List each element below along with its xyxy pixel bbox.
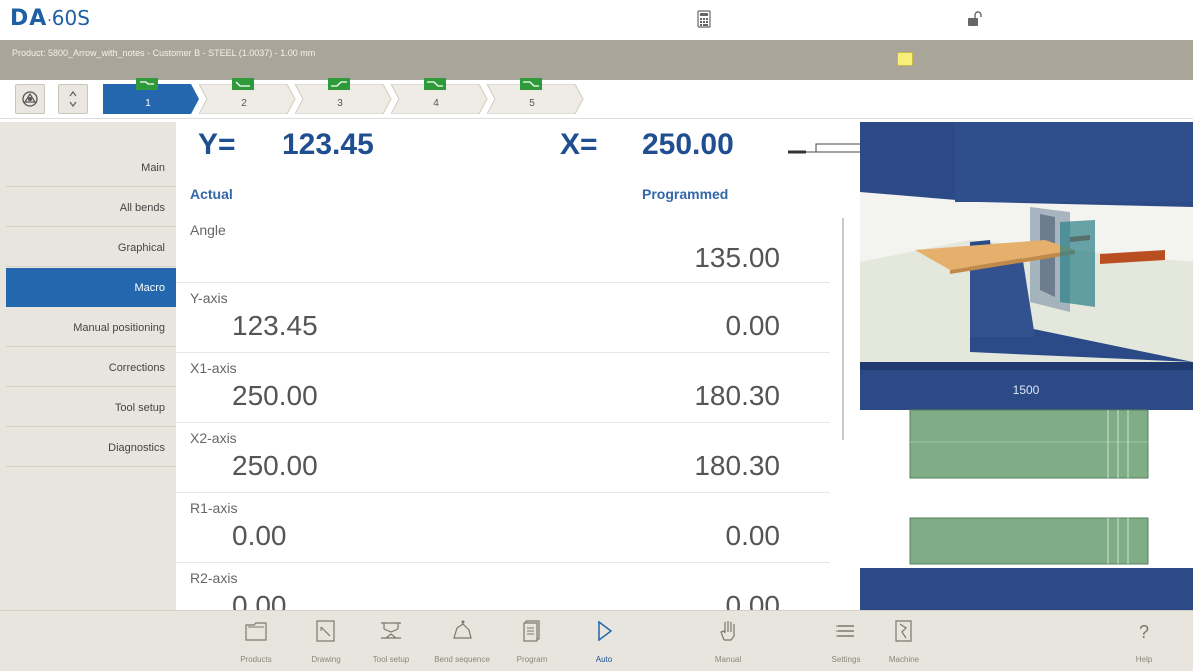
- bend-indicator-icon: [232, 78, 254, 90]
- bottom-drawing[interactable]: Drawing: [296, 610, 356, 670]
- product-title: Product: 5800_Arrow_with_notes - Custome…: [12, 48, 316, 58]
- machine-3d-view[interactable]: 1500: [860, 122, 1193, 610]
- step-3[interactable]: 3: [295, 78, 399, 114]
- calculator-icon[interactable]: [697, 10, 711, 28]
- scrollbar[interactable]: [842, 218, 844, 440]
- dimension-label: 1500: [1013, 383, 1040, 397]
- settings-list-icon: [836, 625, 854, 637]
- row-r2-axis[interactable]: R2-axis 0.00 0.00: [176, 562, 860, 610]
- products-icon: [245, 622, 267, 641]
- nav-corrections[interactable]: Corrections: [6, 348, 176, 387]
- bend-sequence-icon: [453, 620, 472, 639]
- nav-tool-setup[interactable]: Tool setup: [6, 388, 176, 427]
- nav-manual-positioning[interactable]: Manual positioning: [6, 308, 176, 347]
- app-logo: DA·60S: [10, 6, 90, 31]
- bend-indicator-icon: [520, 78, 542, 90]
- x-label: X=: [560, 128, 598, 161]
- row-x2-axis[interactable]: X2-axis 250.00 180.30: [176, 422, 860, 492]
- step-1[interactable]: 1: [103, 78, 207, 114]
- machine-view-icon: [22, 91, 38, 107]
- step-5[interactable]: 5: [487, 78, 591, 114]
- machine-icon: [895, 620, 912, 642]
- note-icon[interactable]: [897, 52, 913, 66]
- macro-panel: Y= 123.45 X= 250.00 Actual Programmed An…: [176, 122, 860, 610]
- bottom-program[interactable]: Program: [502, 610, 562, 670]
- product-bar: Product: 5800_Arrow_with_notes - Custome…: [0, 40, 1193, 80]
- step-4[interactable]: 4: [391, 78, 495, 114]
- help-icon: ?: [1139, 622, 1149, 642]
- up-down-icon: [69, 90, 77, 108]
- row-angle[interactable]: Angle 135.00: [176, 214, 860, 284]
- nav-main[interactable]: Main: [6, 148, 176, 187]
- nav-macro[interactable]: Macro: [6, 268, 176, 307]
- unlock-icon[interactable]: [967, 10, 983, 28]
- top-bar: DA·60S: [0, 0, 1193, 40]
- bottom-machine[interactable]: Machine: [874, 610, 934, 670]
- nav-diagnostics[interactable]: Diagnostics: [6, 428, 176, 467]
- bottom-tool-setup[interactable]: Tool setup: [361, 610, 421, 670]
- programmed-header: Programmed: [642, 186, 729, 202]
- nav-graphical[interactable]: Graphical: [6, 228, 176, 267]
- backgauge-profile-icon: [788, 143, 860, 154]
- tool-setup-icon: [381, 622, 401, 639]
- row-r1-axis[interactable]: R1-axis 0.00 0.00: [176, 492, 860, 562]
- y-value: 123.45: [282, 128, 374, 161]
- bottom-help[interactable]: ? Help: [1114, 610, 1174, 670]
- bottom-products[interactable]: Products: [226, 610, 286, 670]
- bottom-settings[interactable]: Settings: [816, 610, 876, 670]
- y-label: Y=: [198, 128, 236, 161]
- hand-icon: [720, 621, 735, 641]
- auto-play-icon: [598, 620, 613, 642]
- svg-text:?: ?: [1139, 622, 1149, 642]
- bend-indicator-icon: [328, 78, 350, 90]
- nav-all-bends[interactable]: All bends: [6, 188, 176, 227]
- bottom-auto[interactable]: Auto: [574, 610, 634, 670]
- view-3d-button[interactable]: [15, 84, 45, 114]
- side-navigation: Main All bends Graphical Macro Manual po…: [0, 122, 176, 610]
- x-value: 250.00: [642, 128, 734, 161]
- program-icon: [523, 620, 540, 642]
- sort-button[interactable]: [58, 84, 88, 114]
- row-x1-axis[interactable]: X1-axis 250.00 180.30: [176, 352, 860, 422]
- bottom-manual[interactable]: Manual: [698, 610, 758, 670]
- actual-header: Actual: [190, 186, 233, 202]
- bend-indicator-icon: [424, 78, 446, 90]
- drawing-icon: [316, 620, 335, 642]
- row-y-axis[interactable]: Y-axis 123.45 0.00: [176, 282, 860, 352]
- bottom-bend-sequence[interactable]: Bend sequence: [432, 610, 492, 670]
- step-2[interactable]: 2: [199, 78, 303, 114]
- bend-indicator-icon: [136, 78, 158, 90]
